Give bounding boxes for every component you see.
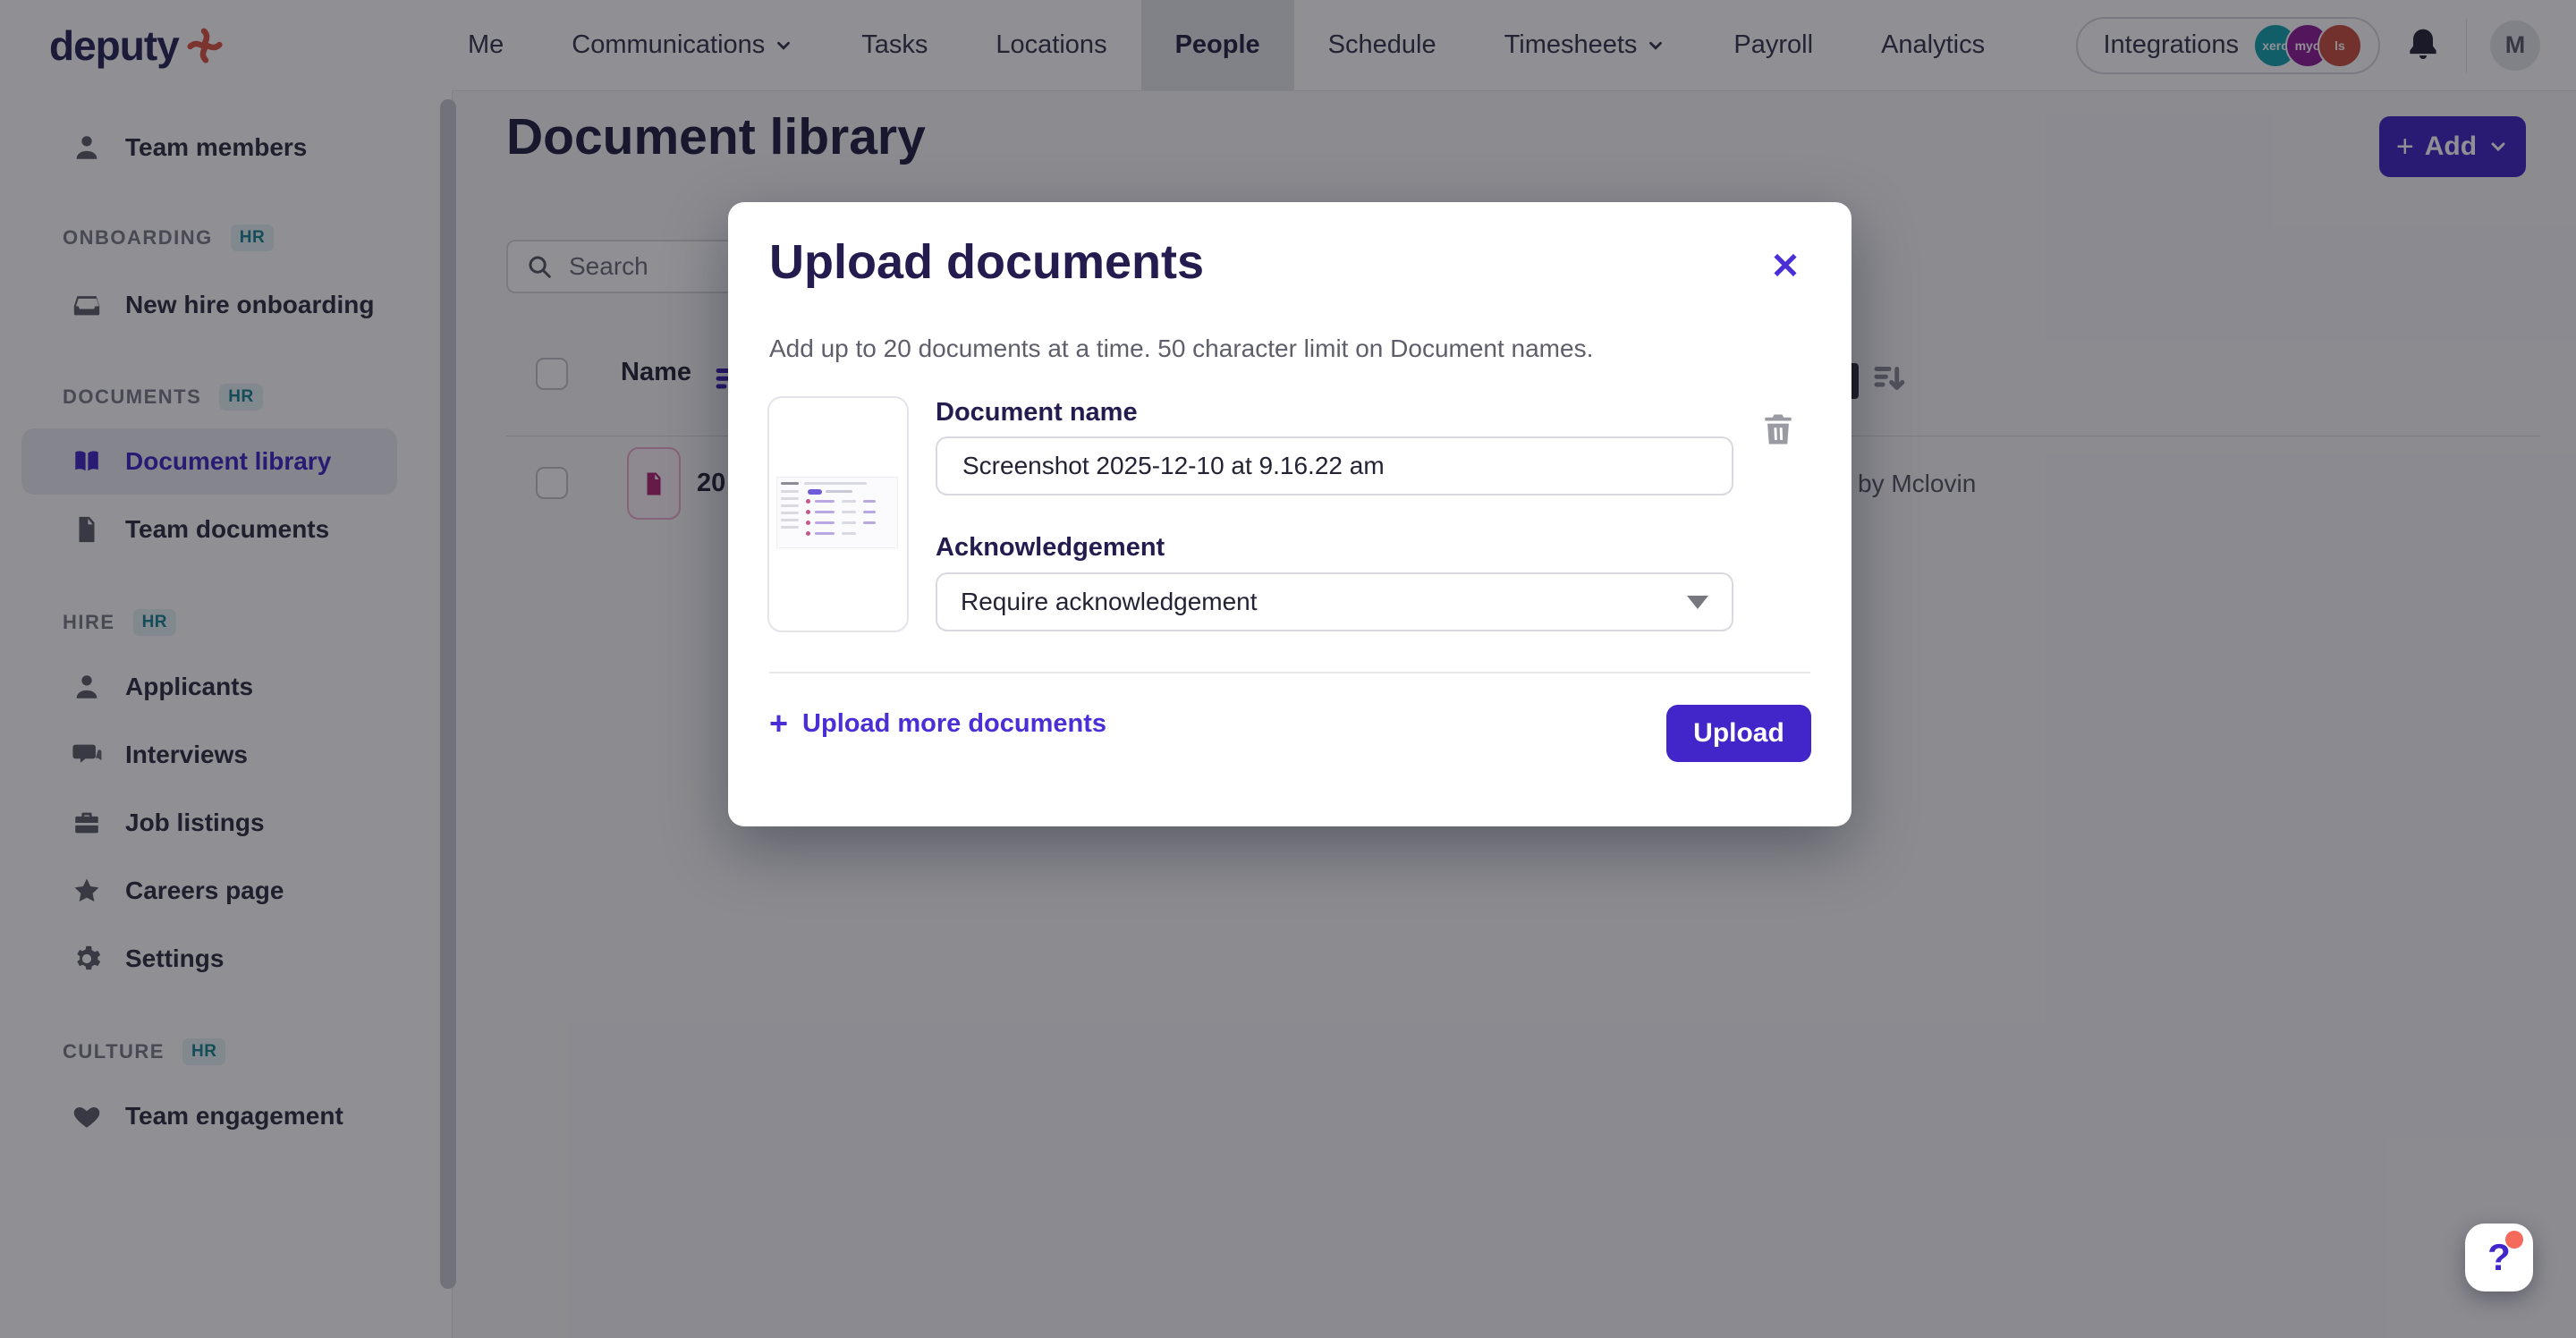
plus-icon: + (769, 707, 788, 740)
upload-documents-modal: Upload documents ✕ Add up to 20 document… (728, 202, 1852, 826)
acknowledgement-value: Require acknowledgement (961, 588, 1687, 616)
upload-more-documents-link[interactable]: + Upload more documents (769, 707, 1106, 740)
question-mark-icon: ? (2487, 1236, 2511, 1279)
deputy-app: deputy Me Communications Tasks Locations… (0, 0, 2576, 1338)
document-name-input[interactable] (961, 451, 1708, 481)
document-thumbnail-preview (767, 396, 909, 632)
thumbnail-mini-screenshot (776, 477, 898, 548)
modal-divider (769, 672, 1810, 673)
document-name-label: Document name (936, 398, 1138, 428)
modal-title: Upload documents (769, 234, 1204, 290)
notification-dot (2505, 1231, 2523, 1249)
upload-button[interactable]: Upload (1666, 705, 1811, 762)
acknowledgement-label: Acknowledgement (936, 533, 1165, 563)
select-caret-icon (1687, 596, 1708, 609)
trash-icon[interactable] (1758, 410, 1801, 453)
help-button[interactable]: ? (2465, 1224, 2533, 1291)
acknowledgement-select[interactable]: Require acknowledgement (936, 572, 1733, 631)
modal-subtitle: Add up to 20 documents at a time. 50 cha… (769, 334, 1593, 363)
close-icon[interactable]: ✕ (1760, 241, 1810, 292)
document-name-field (936, 436, 1733, 495)
